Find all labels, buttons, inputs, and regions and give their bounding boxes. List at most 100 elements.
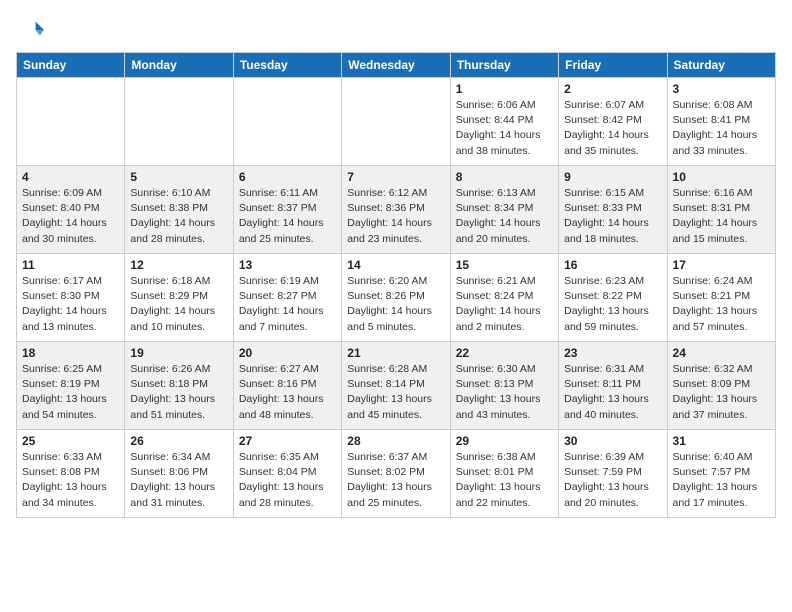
day-info: Sunrise: 6:15 AM Sunset: 8:33 PM Dayligh… <box>564 186 661 247</box>
day-cell: 2 Sunrise: 6:07 AM Sunset: 8:42 PM Daylig… <box>559 78 667 166</box>
day-cell: 29 Sunrise: 6:38 AM Sunset: 8:01 PM Dayli… <box>450 430 558 518</box>
day-info: Sunrise: 6:07 AM Sunset: 8:42 PM Dayligh… <box>564 98 661 159</box>
day-cell: 31 Sunrise: 6:40 AM Sunset: 7:57 PM Dayli… <box>667 430 775 518</box>
day-info: Sunrise: 6:13 AM Sunset: 8:34 PM Dayligh… <box>456 186 553 247</box>
day-cell: 22 Sunrise: 6:30 AM Sunset: 8:13 PM Dayli… <box>450 342 558 430</box>
day-cell: 20 Sunrise: 6:27 AM Sunset: 8:16 PM Dayli… <box>233 342 341 430</box>
day-cell: 18 Sunrise: 6:25 AM Sunset: 8:19 PM Dayli… <box>17 342 125 430</box>
day-info: Sunrise: 6:25 AM Sunset: 8:19 PM Dayligh… <box>22 362 119 423</box>
day-info: Sunrise: 6:37 AM Sunset: 8:02 PM Dayligh… <box>347 450 444 511</box>
day-number: 28 <box>347 434 444 448</box>
day-number: 25 <box>22 434 119 448</box>
day-cell <box>342 78 450 166</box>
day-info: Sunrise: 6:35 AM Sunset: 8:04 PM Dayligh… <box>239 450 336 511</box>
day-info: Sunrise: 6:12 AM Sunset: 8:36 PM Dayligh… <box>347 186 444 247</box>
day-number: 8 <box>456 170 553 184</box>
day-cell: 15 Sunrise: 6:21 AM Sunset: 8:24 PM Dayli… <box>450 254 558 342</box>
day-cell: 19Sunrise: 6:26 AM Sunset: 8:18 PM Dayli… <box>125 342 233 430</box>
day-cell: 23 Sunrise: 6:31 AM Sunset: 8:11 PM Dayli… <box>559 342 667 430</box>
day-info: Sunrise: 6:30 AM Sunset: 8:13 PM Dayligh… <box>456 362 553 423</box>
day-number: 14 <box>347 258 444 272</box>
day-cell: 26 Sunrise: 6:34 AM Sunset: 8:06 PM Dayli… <box>125 430 233 518</box>
week-row-4: 18 Sunrise: 6:25 AM Sunset: 8:19 PM Dayli… <box>17 342 776 430</box>
day-number: 5 <box>130 170 227 184</box>
day-number: 4 <box>22 170 119 184</box>
day-info: Sunrise: 6:28 AM Sunset: 8:14 PM Dayligh… <box>347 362 444 423</box>
day-info: Sunrise: 6:27 AM Sunset: 8:16 PM Dayligh… <box>239 362 336 423</box>
day-info: Sunrise: 6:16 AM Sunset: 8:31 PM Dayligh… <box>673 186 770 247</box>
day-number: 23 <box>564 346 661 360</box>
day-cell: 11Sunrise: 6:17 AM Sunset: 8:30 PM Dayli… <box>17 254 125 342</box>
day-cell: 10 Sunrise: 6:16 AM Sunset: 8:31 PM Dayli… <box>667 166 775 254</box>
day-cell: 30Sunrise: 6:39 AM Sunset: 7:59 PM Dayli… <box>559 430 667 518</box>
day-cell <box>233 78 341 166</box>
day-number: 16 <box>564 258 661 272</box>
day-number: 9 <box>564 170 661 184</box>
weekday-header-row: SundayMondayTuesdayWednesdayThursdayFrid… <box>17 53 776 78</box>
day-cell: 17Sunrise: 6:24 AM Sunset: 8:21 PM Dayli… <box>667 254 775 342</box>
day-number: 18 <box>22 346 119 360</box>
weekday-header-sunday: Sunday <box>17 53 125 78</box>
week-row-5: 25 Sunrise: 6:33 AM Sunset: 8:08 PM Dayli… <box>17 430 776 518</box>
week-row-1: 1 Sunrise: 6:06 AM Sunset: 8:44 PM Daylig… <box>17 78 776 166</box>
day-info: Sunrise: 6:06 AM Sunset: 8:44 PM Dayligh… <box>456 98 553 159</box>
day-cell: 14Sunrise: 6:20 AM Sunset: 8:26 PM Dayli… <box>342 254 450 342</box>
logo <box>16 16 48 44</box>
day-number: 22 <box>456 346 553 360</box>
weekday-header-monday: Monday <box>125 53 233 78</box>
day-number: 13 <box>239 258 336 272</box>
day-number: 3 <box>673 82 770 96</box>
day-info: Sunrise: 6:38 AM Sunset: 8:01 PM Dayligh… <box>456 450 553 511</box>
day-cell: 16 Sunrise: 6:23 AM Sunset: 8:22 PM Dayli… <box>559 254 667 342</box>
day-number: 15 <box>456 258 553 272</box>
day-cell: 1 Sunrise: 6:06 AM Sunset: 8:44 PM Daylig… <box>450 78 558 166</box>
page-header <box>16 16 776 44</box>
day-cell: 3 Sunrise: 6:08 AM Sunset: 8:41 PM Daylig… <box>667 78 775 166</box>
day-cell: 9 Sunrise: 6:15 AM Sunset: 8:33 PM Daylig… <box>559 166 667 254</box>
day-info: Sunrise: 6:21 AM Sunset: 8:24 PM Dayligh… <box>456 274 553 335</box>
day-cell: 12Sunrise: 6:18 AM Sunset: 8:29 PM Dayli… <box>125 254 233 342</box>
day-number: 29 <box>456 434 553 448</box>
day-cell: 13 Sunrise: 6:19 AM Sunset: 8:27 PM Dayli… <box>233 254 341 342</box>
day-info: Sunrise: 6:32 AM Sunset: 8:09 PM Dayligh… <box>673 362 770 423</box>
day-number: 1 <box>456 82 553 96</box>
day-info: Sunrise: 6:17 AM Sunset: 8:30 PM Dayligh… <box>22 274 119 335</box>
day-info: Sunrise: 6:33 AM Sunset: 8:08 PM Dayligh… <box>22 450 119 511</box>
day-cell: 6Sunrise: 6:11 AM Sunset: 8:37 PM Daylig… <box>233 166 341 254</box>
day-cell: 4 Sunrise: 6:09 AM Sunset: 8:40 PM Daylig… <box>17 166 125 254</box>
day-info: Sunrise: 6:10 AM Sunset: 8:38 PM Dayligh… <box>130 186 227 247</box>
day-cell: 28 Sunrise: 6:37 AM Sunset: 8:02 PM Dayli… <box>342 430 450 518</box>
calendar-table: SundayMondayTuesdayWednesdayThursdayFrid… <box>16 52 776 518</box>
day-cell <box>17 78 125 166</box>
day-info: Sunrise: 6:40 AM Sunset: 7:57 PM Dayligh… <box>673 450 770 511</box>
week-row-2: 4 Sunrise: 6:09 AM Sunset: 8:40 PM Daylig… <box>17 166 776 254</box>
day-info: Sunrise: 6:08 AM Sunset: 8:41 PM Dayligh… <box>673 98 770 159</box>
week-row-3: 11Sunrise: 6:17 AM Sunset: 8:30 PM Dayli… <box>17 254 776 342</box>
day-cell: 21Sunrise: 6:28 AM Sunset: 8:14 PM Dayli… <box>342 342 450 430</box>
day-number: 31 <box>673 434 770 448</box>
day-number: 2 <box>564 82 661 96</box>
day-number: 20 <box>239 346 336 360</box>
weekday-header-tuesday: Tuesday <box>233 53 341 78</box>
day-cell <box>125 78 233 166</box>
day-cell: 7 Sunrise: 6:12 AM Sunset: 8:36 PM Daylig… <box>342 166 450 254</box>
day-info: Sunrise: 6:09 AM Sunset: 8:40 PM Dayligh… <box>22 186 119 247</box>
day-number: 10 <box>673 170 770 184</box>
day-number: 7 <box>347 170 444 184</box>
day-number: 6 <box>239 170 336 184</box>
day-info: Sunrise: 6:26 AM Sunset: 8:18 PM Dayligh… <box>130 362 227 423</box>
day-cell: 27Sunrise: 6:35 AM Sunset: 8:04 PM Dayli… <box>233 430 341 518</box>
day-info: Sunrise: 6:31 AM Sunset: 8:11 PM Dayligh… <box>564 362 661 423</box>
day-number: 24 <box>673 346 770 360</box>
day-cell: 8 Sunrise: 6:13 AM Sunset: 8:34 PM Daylig… <box>450 166 558 254</box>
day-info: Sunrise: 6:34 AM Sunset: 8:06 PM Dayligh… <box>130 450 227 511</box>
weekday-header-thursday: Thursday <box>450 53 558 78</box>
weekday-header-friday: Friday <box>559 53 667 78</box>
day-info: Sunrise: 6:39 AM Sunset: 7:59 PM Dayligh… <box>564 450 661 511</box>
day-cell: 5 Sunrise: 6:10 AM Sunset: 8:38 PM Daylig… <box>125 166 233 254</box>
weekday-header-wednesday: Wednesday <box>342 53 450 78</box>
day-cell: 25 Sunrise: 6:33 AM Sunset: 8:08 PM Dayli… <box>17 430 125 518</box>
day-info: Sunrise: 6:23 AM Sunset: 8:22 PM Dayligh… <box>564 274 661 335</box>
day-number: 26 <box>130 434 227 448</box>
day-info: Sunrise: 6:19 AM Sunset: 8:27 PM Dayligh… <box>239 274 336 335</box>
